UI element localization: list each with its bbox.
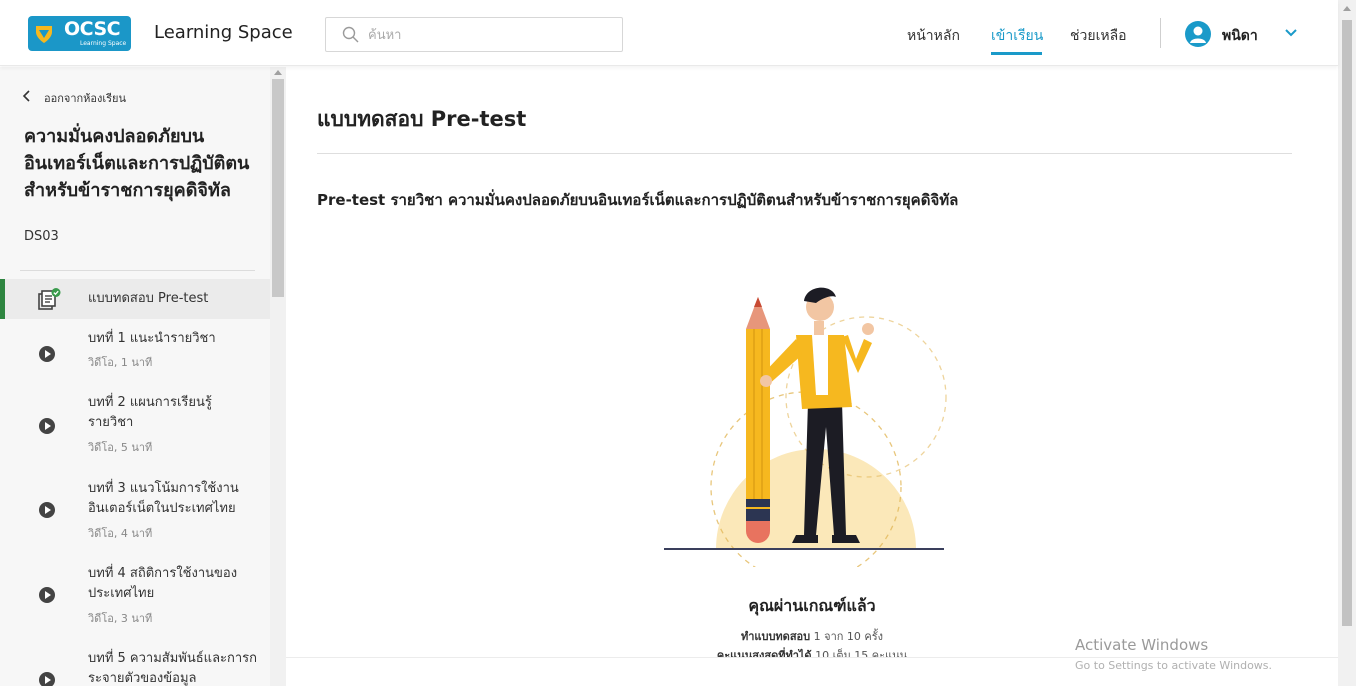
- sidebar-item-lesson-4[interactable]: บทที่ 4 สถิติการใช้งานของประเทศไทย วิดีโ…: [0, 560, 270, 640]
- scroll-up-icon[interactable]: [1343, 6, 1351, 11]
- course-code: DS03: [24, 229, 59, 244]
- sidebar-item-pretest[interactable]: แบบทดสอบ Pre-test: [0, 279, 270, 319]
- sidebar-item-label: บทที่ 1 แนะนำรายวิชา: [88, 331, 216, 346]
- search-box[interactable]: [325, 17, 623, 52]
- nav-help[interactable]: ช่วยเหลือ: [1070, 25, 1127, 47]
- logo-text: OCSC: [64, 18, 121, 40]
- activate-windows-title: Activate Windows: [1075, 636, 1209, 654]
- page-scrollbar[interactable]: [1338, 0, 1356, 686]
- sidebar-divider: [20, 270, 255, 271]
- lesson-meta: วิดีโอ, 4 นาที: [88, 527, 153, 540]
- back-to-classroom-link[interactable]: ออกจากห้องเรียน: [22, 89, 126, 107]
- result-message: คุณผ่านเกณฑ์แล้ว: [748, 596, 876, 615]
- pencil-character-illustration: [664, 287, 947, 567]
- lesson-meta: วิดีโอ, 1 นาที: [88, 356, 153, 369]
- play-circle-icon: [39, 502, 55, 518]
- sidebar-item-lesson-2[interactable]: บทที่ 2 แผนการเรียนรู้รายวิชา วิดีโอ, 5 …: [0, 389, 270, 469]
- attempts-label: ทำแบบทดสอบ: [740, 630, 811, 643]
- attempts-value: 1 จาก 10 ครั้ง: [813, 630, 884, 643]
- lesson-meta: วิดีโอ, 5 นาที: [88, 441, 153, 454]
- search-input[interactable]: [368, 23, 608, 47]
- nav-learn[interactable]: เข้าเรียน: [991, 25, 1043, 47]
- sidebar-scrollbar[interactable]: [270, 67, 286, 686]
- user-avatar-icon[interactable]: [1185, 21, 1211, 47]
- sidebar-item-lesson-1[interactable]: บทที่ 1 แนะนำรายวิชา วิดีโอ, 1 นาที: [0, 323, 270, 383]
- chevron-left-icon: [22, 90, 32, 105]
- sidebar-item-label: บทที่ 5 ความสัมพันธ์และการกระจายตัวของข้…: [88, 651, 258, 686]
- play-circle-icon: [39, 587, 55, 603]
- main-content: แบบทดสอบ Pre-test Pre-test รายวิชา ความม…: [286, 67, 1338, 662]
- sidebar-item-label: บทที่ 3 แนวโน้มการใช้งานอินเตอร์เน็ตในปร…: [88, 481, 239, 516]
- play-circle-icon: [39, 672, 55, 686]
- search-icon: [342, 26, 359, 43]
- page-title: แบบทดสอบ Pre-test: [317, 107, 527, 131]
- nav-active-indicator: [991, 52, 1042, 55]
- course-sidebar: ออกจากห้องเรียน ความมั่นคงปลอดภัยบนอินเท…: [0, 67, 270, 686]
- top-header: OCSC Learning Space Learning Space หน้าห…: [0, 0, 1338, 66]
- sidebar-item-lesson-5[interactable]: บทที่ 5 ความสัมพันธ์และการกระจายตัวของข้…: [0, 645, 270, 686]
- sidebar-scroll-thumb[interactable]: [272, 79, 284, 297]
- scroll-up-icon[interactable]: [274, 70, 282, 75]
- quiz-checked-icon: [38, 288, 61, 310]
- course-title: ความมั่นคงปลอดภัยบนอินเทอร์เน็ตและการปฏิ…: [24, 126, 250, 201]
- play-circle-icon: [39, 418, 55, 434]
- sidebar-item-label: บทที่ 4 สถิติการใช้งานของประเทศไทย: [88, 566, 238, 601]
- page-scroll-thumb[interactable]: [1342, 20, 1352, 626]
- nav-divider: [1160, 18, 1161, 48]
- ocsc-logo[interactable]: OCSC Learning Space: [28, 16, 131, 51]
- shield-logo-icon: [36, 26, 52, 43]
- play-circle-icon: [39, 346, 55, 362]
- back-label: ออกจากห้องเรียน: [44, 92, 127, 105]
- user-name[interactable]: พนิดา: [1222, 25, 1258, 47]
- test-title: Pre-test รายวิชา ความมั่นคงปลอดภัยบนอินเ…: [317, 191, 959, 209]
- lesson-meta: วิดีโอ, 3 นาที: [88, 612, 153, 625]
- app-title: Learning Space: [154, 22, 293, 43]
- title-divider: [317, 153, 1292, 154]
- logo-sub-text: Learning Space: [80, 40, 127, 47]
- sidebar-item-lesson-3[interactable]: บทที่ 3 แนวโน้มการใช้งานอินเตอร์เน็ตในปร…: [0, 475, 270, 555]
- nav-home[interactable]: หน้าหลัก: [907, 25, 960, 47]
- chevron-down-icon[interactable]: [1284, 28, 1298, 38]
- activate-windows-subtitle: Go to Settings to activate Windows.: [1075, 659, 1273, 672]
- sidebar-item-label: แบบทดสอบ Pre-test: [88, 291, 209, 306]
- sidebar-item-label: บทที่ 2 แผนการเรียนรู้รายวิชา: [88, 395, 212, 430]
